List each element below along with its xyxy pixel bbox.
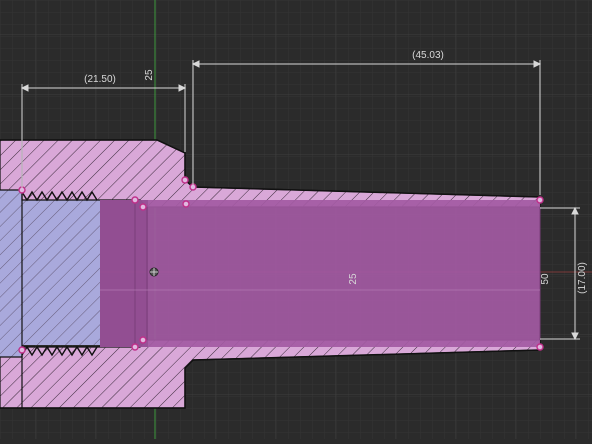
dim-thread-label: (21.50) (84, 74, 116, 85)
dim-bore-label: 25 (348, 273, 359, 285)
cad-viewport[interactable]: (45.03) (21.50) 25 25 50 (17.00) (0, 0, 592, 439)
dim-right-50: 50 (540, 273, 551, 285)
bore-shade-left (100, 200, 148, 347)
dim-overall-label: (45.03) (412, 50, 444, 61)
origin-icon[interactable] (149, 267, 159, 277)
dim-diameter-label: (17.00) (577, 262, 588, 294)
bore (100, 200, 540, 347)
thread-core-hatch (22, 200, 100, 345)
dim-vertical-25: 25 (144, 69, 155, 81)
sketch-canvas[interactable]: (45.03) (21.50) 25 25 50 (17.00) (0, 0, 592, 439)
